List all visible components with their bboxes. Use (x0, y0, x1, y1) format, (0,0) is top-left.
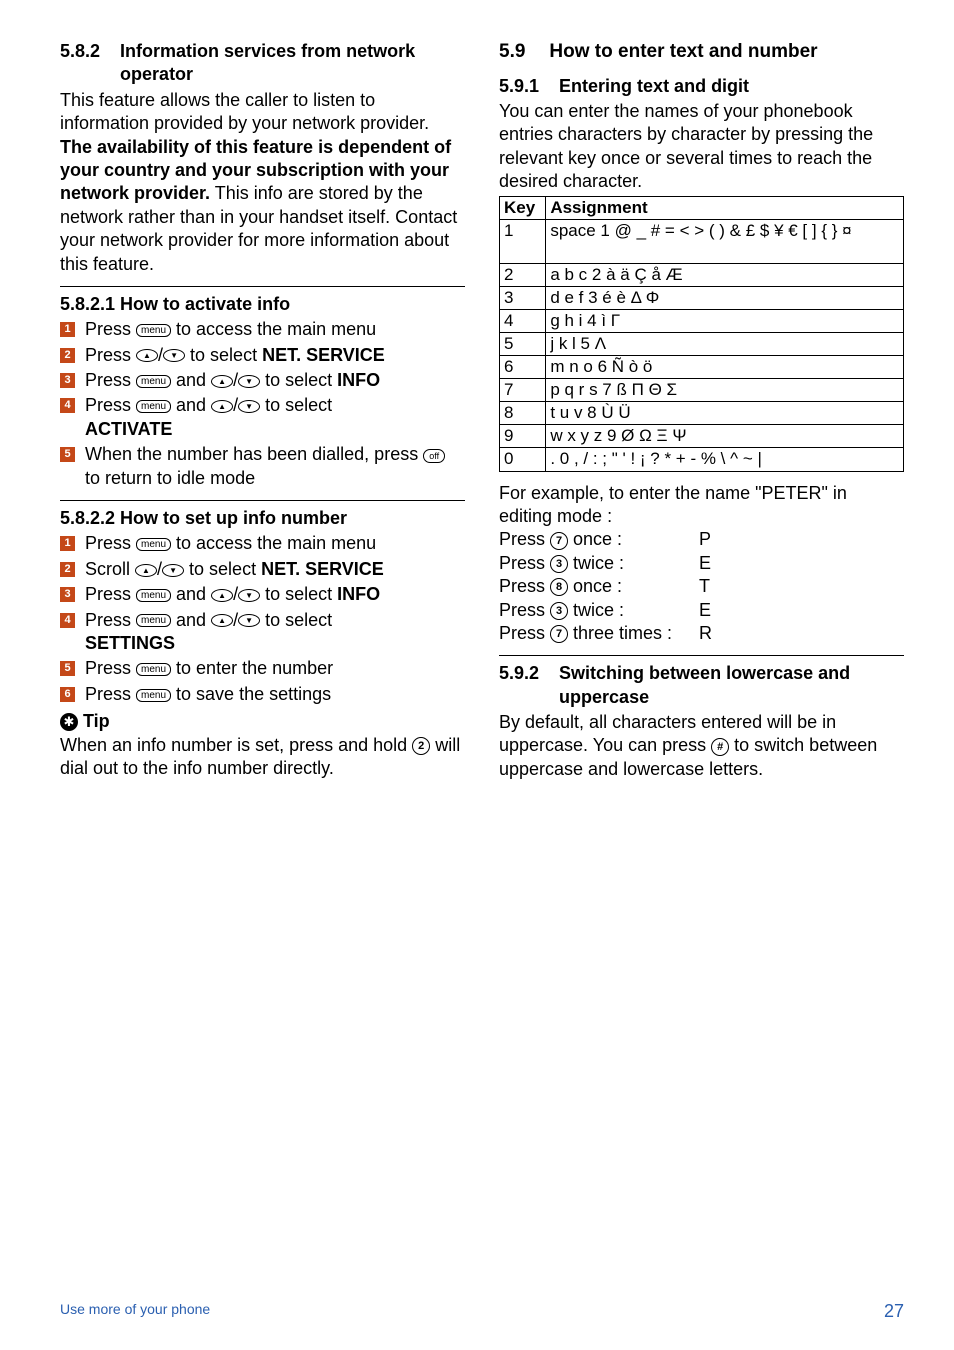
table-row: 0. 0 , / : ; " ' ! ¡ ? * + - % \ ^ ~ | (500, 448, 904, 471)
heading-number: 5.9.2 (499, 662, 539, 709)
heading-title: Information services from network operat… (120, 40, 465, 87)
down-key-icon: ▼ (238, 375, 260, 388)
step-badge: 6 (60, 687, 75, 702)
step-badge: 3 (60, 587, 75, 602)
step-badge: 3 (60, 373, 75, 388)
key-7-icon: 7 (550, 532, 568, 550)
example-intro: For example, to enter the name "PETER" i… (499, 482, 904, 529)
heading-title: How to enter text and number (549, 40, 817, 65)
divider (499, 655, 904, 656)
key-3-icon: 3 (550, 555, 568, 573)
menu-key-icon: menu (136, 614, 171, 627)
step-badge: 1 (60, 322, 75, 337)
example-row: Press 8 once : T (499, 575, 904, 598)
down-key-icon: ▼ (163, 349, 185, 362)
right-column: 5.9 How to enter text and number 5.9.1 E… (499, 40, 904, 781)
up-key-icon: ▲ (211, 614, 233, 627)
table-row: 4g h i 4 ì Γ (500, 309, 904, 332)
key-7-icon: 7 (550, 625, 568, 643)
example-row: Press 3 twice : E (499, 599, 904, 622)
col-assignment: Assignment (546, 196, 904, 219)
left-column: 5.8.2 Information services from network … (60, 40, 465, 781)
page-footer: Use more of your phone 27 (60, 1301, 904, 1322)
table-row: 2a b c 2 à ä Ç å Æ (500, 263, 904, 286)
table-row: 9w x y z 9 Ø Ω Ξ Ψ (500, 425, 904, 448)
off-key-icon: off (423, 449, 445, 463)
heading-5-9-1: 5.9.1 Entering text and digit (499, 75, 904, 98)
up-key-icon: ▲ (136, 349, 158, 362)
footer-section: Use more of your phone (60, 1301, 210, 1322)
step-6b: 6 Press menu to save the settings (60, 683, 465, 706)
table-row: 8t u v 8 Ù Ü (500, 402, 904, 425)
step-badge: 1 (60, 536, 75, 551)
heading-5-8-2-1: 5.8.2.1 How to activate info (60, 293, 465, 316)
up-key-icon: ▲ (211, 589, 233, 602)
up-key-icon: ▲ (135, 564, 157, 577)
step-badge: 4 (60, 398, 75, 413)
heading-number: 5.9.1 (499, 75, 539, 98)
down-key-icon: ▼ (238, 400, 260, 413)
character-table: Key Assignment 1space 1 @ _ # = < > ( ) … (499, 196, 904, 472)
divider (60, 286, 465, 287)
heading-number: 5.9 (499, 40, 525, 65)
step-badge: 4 (60, 613, 75, 628)
table-row: 6m n o 6 Ñ ò ö (500, 356, 904, 379)
menu-key-icon: menu (136, 400, 171, 413)
key-3-icon: 3 (550, 602, 568, 620)
example-row: Press 3 twice : E (499, 552, 904, 575)
up-key-icon: ▲ (211, 375, 233, 388)
table-row: 1space 1 @ _ # = < > ( ) & £ $ ¥ € [ ] {… (500, 219, 904, 263)
key-8-icon: 8 (550, 578, 568, 596)
tip-heading: ✱ Tip (60, 710, 465, 733)
step-4: 4 Press menu and ▲/▼ to select ACTIVATE (60, 394, 465, 441)
col-key: Key (500, 196, 546, 219)
up-key-icon: ▲ (211, 400, 233, 413)
menu-key-icon: menu (136, 324, 171, 337)
heading-5-8-2: 5.8.2 Information services from network … (60, 40, 465, 87)
menu-key-icon: menu (136, 375, 171, 388)
paragraph: This feature allows the caller to listen… (60, 89, 465, 276)
step-1: 1 Press menu to access the main menu (60, 318, 465, 341)
heading-5-9: 5.9 How to enter text and number (499, 40, 904, 65)
step-4b: 4 Press menu and ▲/▼ to select SETTINGS (60, 609, 465, 656)
step-badge: 5 (60, 447, 75, 462)
heading-title: Entering text and digit (559, 75, 749, 98)
step-2: 2 Press ▲/▼ to select NET. SERVICE (60, 344, 465, 367)
menu-key-icon: menu (136, 663, 171, 676)
menu-key-icon: menu (136, 589, 171, 602)
heading-number: 5.8.2 (60, 40, 100, 87)
key-hash-icon: # (711, 738, 729, 756)
step-badge: 5 (60, 661, 75, 676)
step-badge: 2 (60, 562, 75, 577)
menu-key-icon: menu (136, 538, 171, 551)
heading-5-8-2-2: 5.8.2.2 How to set up info number (60, 507, 465, 530)
paragraph: You can enter the names of your phoneboo… (499, 100, 904, 194)
step-3: 3 Press menu and ▲/▼ to select INFO (60, 369, 465, 392)
step-1b: 1 Press menu to access the main menu (60, 532, 465, 555)
step-2b: 2 Scroll ▲/▼ to select NET. SERVICE (60, 558, 465, 581)
step-badge: 2 (60, 348, 75, 363)
paragraph: By default, all characters entered will … (499, 711, 904, 781)
divider (60, 500, 465, 501)
step-5b: 5 Press menu to enter the number (60, 657, 465, 680)
page-number: 27 (884, 1301, 904, 1322)
tip-paragraph: When an info number is set, press and ho… (60, 734, 465, 781)
table-row: 5j k l 5 Λ (500, 333, 904, 356)
table-row: 3d e f 3 é è Δ Φ (500, 286, 904, 309)
heading-5-9-2: 5.9.2 Switching between lowercase and up… (499, 662, 904, 709)
heading-title: Switching between lowercase and uppercas… (559, 662, 904, 709)
key-2-icon: 2 (412, 737, 430, 755)
down-key-icon: ▼ (238, 614, 260, 627)
example-row: Press 7 once : P (499, 528, 904, 551)
step-5: 5 When the number has been dialled, pres… (60, 443, 465, 490)
tip-icon: ✱ (60, 713, 78, 731)
down-key-icon: ▼ (162, 564, 184, 577)
example-row: Press 7 three times : R (499, 622, 904, 645)
menu-key-icon: menu (136, 689, 171, 702)
step-3b: 3 Press menu and ▲/▼ to select INFO (60, 583, 465, 606)
down-key-icon: ▼ (238, 589, 260, 602)
table-row: 7p q r s 7 ß Π Θ Σ (500, 379, 904, 402)
